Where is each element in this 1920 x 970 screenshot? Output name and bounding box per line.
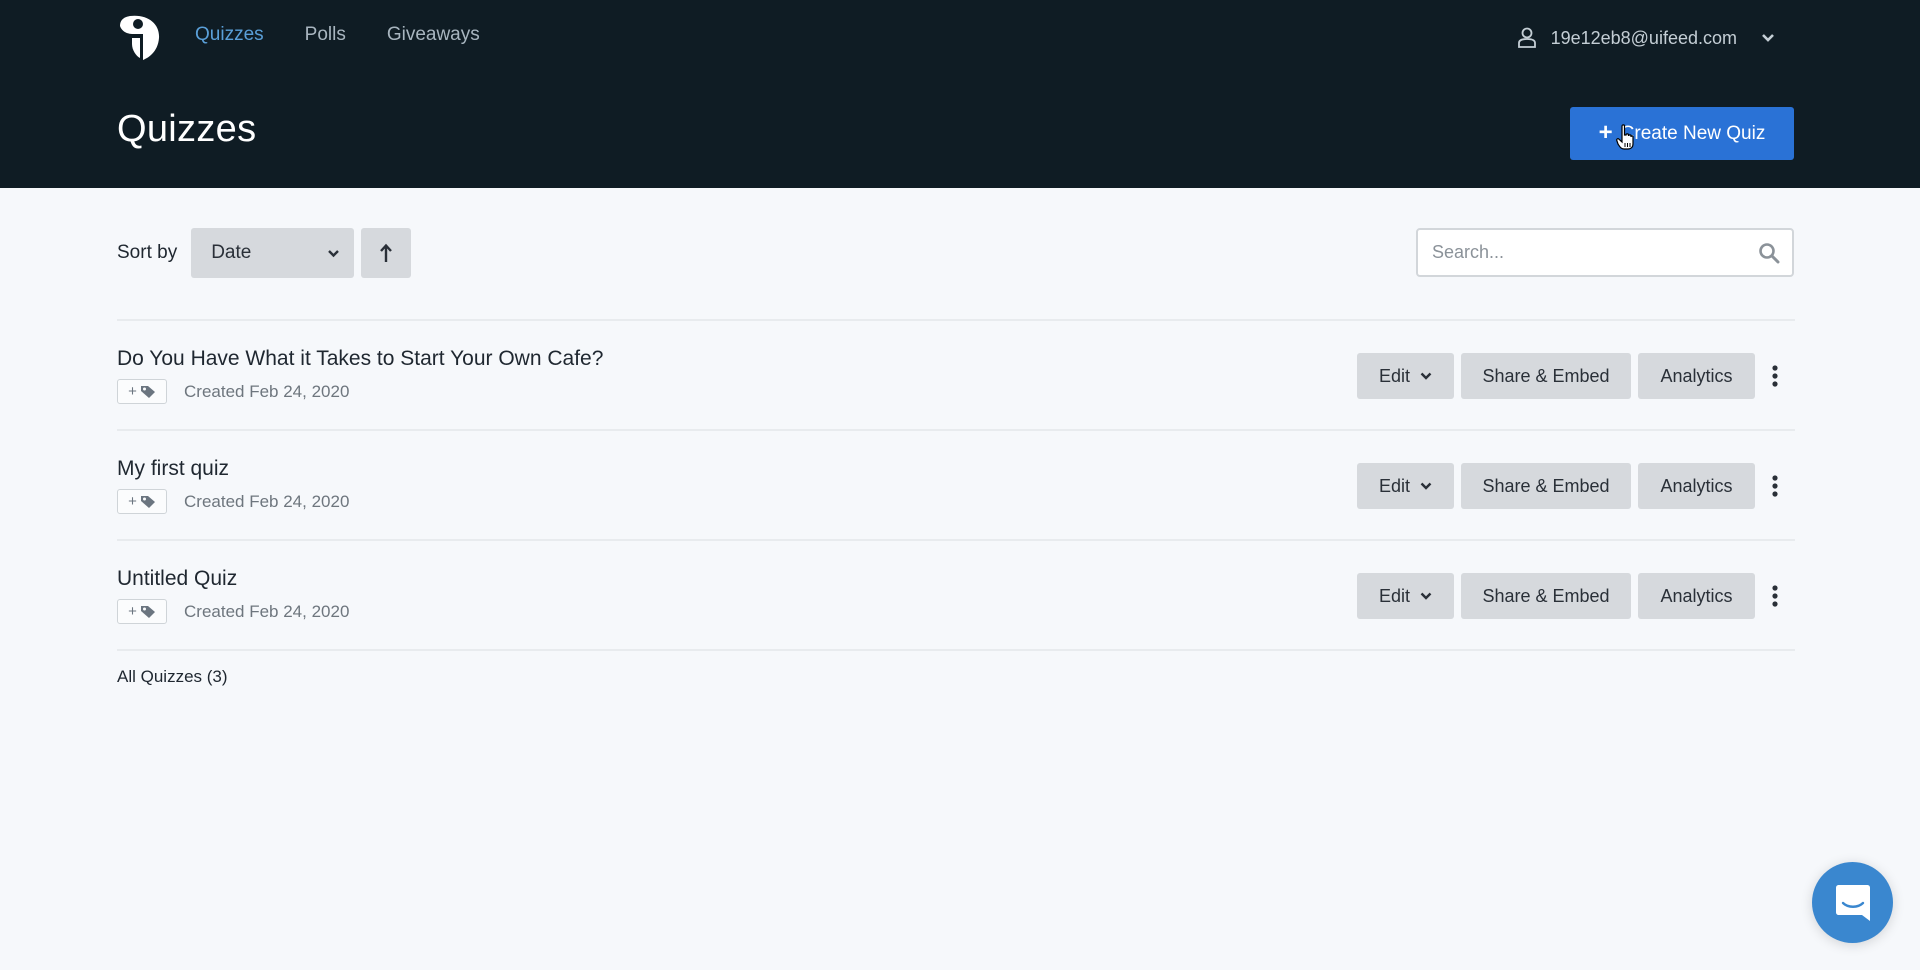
- nav-polls[interactable]: Polls: [305, 24, 346, 46]
- share-embed-button[interactable]: Share & Embed: [1461, 463, 1631, 509]
- quiz-meta: + Created Feb 24, 2020: [117, 379, 349, 404]
- quiz-title[interactable]: Do You Have What it Takes to Start Your …: [117, 347, 603, 371]
- more-options-button[interactable]: [1755, 353, 1795, 399]
- edit-button[interactable]: Edit: [1357, 573, 1454, 619]
- add-tag-plus: +: [128, 603, 137, 620]
- add-tag-plus: +: [128, 493, 137, 510]
- add-tag-button[interactable]: +: [117, 599, 167, 624]
- analytics-button[interactable]: Analytics: [1638, 353, 1755, 399]
- chevron-down-icon: [1420, 592, 1432, 600]
- share-embed-button[interactable]: Share & Embed: [1461, 353, 1631, 399]
- quiz-count: All Quizzes (3): [117, 667, 228, 686]
- search-input[interactable]: [1432, 242, 1758, 263]
- sort-select[interactable]: Date: [191, 228, 355, 278]
- vertical-ellipsis-icon: [1772, 585, 1778, 607]
- add-tag-button[interactable]: +: [117, 489, 167, 514]
- create-new-quiz-button[interactable]: + Create New Quiz: [1570, 107, 1794, 160]
- share-embed-button[interactable]: Share & Embed: [1461, 573, 1631, 619]
- analytics-button[interactable]: Analytics: [1638, 573, 1755, 619]
- chat-icon: [1835, 884, 1870, 921]
- edit-label: Edit: [1378, 475, 1411, 496]
- created-date: Created Feb 24, 2020: [184, 491, 350, 511]
- chevron-down-icon: [1420, 482, 1432, 490]
- quiz-actions: Edit Share & Embed Analytics: [1357, 463, 1795, 509]
- sort-value: Date: [211, 242, 252, 263]
- edit-label: Edit: [1378, 585, 1411, 606]
- quiz-title[interactable]: My first quiz: [117, 457, 229, 481]
- analytics-button[interactable]: Analytics: [1638, 463, 1755, 509]
- add-tag-button[interactable]: +: [117, 379, 167, 404]
- nav-quizzes[interactable]: Quizzes: [195, 24, 264, 46]
- search-icon[interactable]: [1758, 242, 1780, 264]
- chevron-down-icon: [328, 249, 340, 257]
- quiz-meta: + Created Feb 24, 2020: [117, 489, 349, 514]
- edit-button[interactable]: Edit: [1357, 353, 1454, 399]
- sort-label: Sort by: [117, 242, 178, 263]
- nav-giveaways[interactable]: Giveaways: [387, 24, 480, 46]
- logo-icon[interactable]: [118, 14, 160, 60]
- search-box: [1416, 228, 1794, 277]
- more-options-button[interactable]: [1755, 463, 1795, 509]
- quiz-actions: Edit Share & Embed Analytics: [1357, 573, 1795, 619]
- edit-label: Edit: [1378, 365, 1411, 386]
- chevron-down-icon: [1762, 34, 1774, 42]
- main-nav: Quizzes Polls Giveaways: [195, 24, 480, 46]
- chat-launcher-button[interactable]: [1812, 862, 1893, 943]
- quiz-row: Untitled Quiz + Created Feb 24, 2020 Edi…: [117, 539, 1795, 649]
- tag-icon: [140, 495, 155, 508]
- quiz-actions: Edit Share & Embed Analytics: [1357, 353, 1795, 399]
- vertical-ellipsis-icon: [1772, 475, 1778, 497]
- chevron-down-icon: [1420, 372, 1432, 380]
- list-divider: [117, 649, 1795, 651]
- user-menu[interactable]: 19e12eb8@uifeed.com: [1517, 27, 1775, 49]
- edit-button[interactable]: Edit: [1357, 463, 1454, 509]
- sort-bar: Sort by Date: [117, 228, 412, 278]
- quiz-row: Do You Have What it Takes to Start Your …: [117, 319, 1795, 429]
- top-header: Quizzes Polls Giveaways 19e12eb8@uifeed.…: [0, 0, 1920, 188]
- quiz-row: My first quiz + Created Feb 24, 2020 Edi…: [117, 429, 1795, 539]
- plus-icon: +: [1598, 118, 1613, 146]
- more-options-button[interactable]: [1755, 573, 1795, 619]
- sort-direction-button[interactable]: [361, 228, 412, 278]
- user-icon: [1517, 27, 1536, 48]
- tag-icon: [140, 605, 155, 618]
- created-date: Created Feb 24, 2020: [184, 601, 350, 621]
- create-new-quiz-label: Create New Quiz: [1620, 122, 1766, 144]
- created-date: Created Feb 24, 2020: [184, 381, 350, 401]
- vertical-ellipsis-icon: [1772, 365, 1778, 387]
- page-title: Quizzes: [117, 108, 257, 150]
- quiz-title[interactable]: Untitled Quiz: [117, 567, 237, 591]
- arrow-up-icon: [380, 243, 393, 262]
- user-email: 19e12eb8@uifeed.com: [1550, 27, 1737, 48]
- quiz-meta: + Created Feb 24, 2020: [117, 599, 349, 624]
- add-tag-plus: +: [128, 383, 137, 400]
- quiz-list: Do You Have What it Takes to Start Your …: [117, 319, 1795, 651]
- tag-icon: [140, 385, 155, 398]
